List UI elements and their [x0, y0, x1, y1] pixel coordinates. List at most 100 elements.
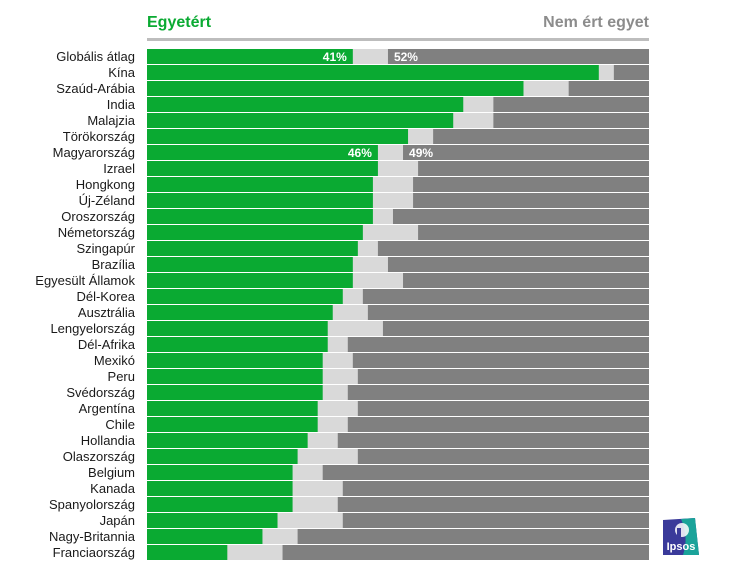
category-label: Németország: [58, 225, 135, 240]
bar-disagree: [403, 273, 649, 288]
bar-disagree: [493, 97, 649, 112]
category-label: Dél-Afrika: [78, 337, 136, 352]
bar-agree: [147, 369, 323, 384]
bar-disagree: [613, 65, 649, 80]
bar-disagree: [357, 369, 649, 384]
ipsos-logo: Ipsos: [663, 518, 699, 555]
category-label: Törökország: [63, 129, 135, 144]
category-label: Spanyolország: [49, 497, 135, 512]
bar-agree: [147, 129, 409, 144]
bar-disagree: [367, 305, 649, 320]
bar-agree: [147, 257, 353, 272]
category-label: Malajzia: [87, 113, 135, 128]
category-label: India: [107, 97, 136, 112]
bar-agree: [147, 545, 228, 560]
bar-disagree: [357, 449, 649, 464]
category-label: Olaszország: [63, 449, 135, 464]
category-label: Chile: [105, 417, 135, 432]
bar-agree: [147, 225, 363, 240]
data-label-agree: 41%: [323, 50, 347, 64]
bar-disagree: [413, 177, 649, 192]
category-label: Új-Zéland: [79, 193, 135, 208]
bar-agree: [147, 65, 599, 80]
category-label: Kanada: [90, 481, 136, 496]
category-label: Globális átlag: [56, 49, 135, 64]
category-label: Egyesült Államok: [35, 273, 135, 288]
category-label: Kína: [108, 65, 136, 80]
bar-agree: [147, 321, 328, 336]
bar-agree: [147, 353, 323, 368]
category-label: Hollandia: [81, 433, 136, 448]
bar-agree: [147, 241, 358, 256]
bar-disagree: [342, 513, 649, 528]
bar-disagree: [297, 529, 649, 544]
bar-agree: [147, 305, 333, 320]
bar-disagree: [377, 241, 649, 256]
bar-disagree: [413, 193, 649, 208]
category-label: Szingapúr: [76, 241, 135, 256]
category-label: Brazília: [92, 257, 136, 272]
bar-disagree: [357, 401, 649, 416]
bar-disagree: [403, 145, 649, 160]
category-label: Franciaország: [53, 545, 135, 560]
bar-agree: [147, 113, 454, 128]
category-label: Hongkong: [76, 177, 135, 192]
bar-disagree: [418, 161, 649, 176]
bar-agree: [147, 497, 293, 512]
data-label-disagree: 49%: [409, 146, 433, 160]
bar-disagree: [342, 481, 649, 496]
data-label-agree: 46%: [348, 146, 372, 160]
category-label: Lengyelország: [50, 321, 135, 336]
bar-agree: [147, 433, 308, 448]
bar-agree: [147, 385, 323, 400]
bar-agree: [147, 529, 263, 544]
bar-disagree: [392, 209, 649, 224]
bar-agree: [147, 97, 464, 112]
bar-agree: [147, 417, 318, 432]
bar-disagree: [337, 433, 649, 448]
bar-agree: [147, 81, 524, 96]
bar-disagree: [337, 497, 649, 512]
bar-agree: [147, 289, 343, 304]
category-label: Magyarország: [53, 145, 135, 160]
bar-disagree: [347, 337, 649, 352]
logo-text: Ipsos: [667, 541, 696, 553]
category-label: Argentína: [79, 401, 136, 416]
bar-disagree: [418, 225, 649, 240]
data-label-disagree: 52%: [394, 50, 418, 64]
bar-agree: [147, 209, 373, 224]
stacked-bar-chart: Globális átlagKínaSzaúd-ArábiaIndiaMalaj…: [35, 49, 649, 560]
category-label: Dél-Korea: [76, 289, 135, 304]
category-label: Mexikó: [94, 353, 135, 368]
category-label: Svédország: [66, 385, 135, 400]
bar-disagree: [347, 417, 649, 432]
bar-agree: [147, 193, 373, 208]
bar-disagree: [362, 289, 649, 304]
bar-agree: [147, 273, 353, 288]
bar-agree: [147, 145, 378, 160]
bar-disagree: [322, 465, 649, 480]
category-label: Oroszország: [61, 209, 135, 224]
bar-disagree: [282, 545, 649, 560]
bar-agree: [147, 465, 293, 480]
category-label: Belgium: [88, 465, 135, 480]
bar-agree: [147, 513, 278, 528]
bar-agree: [147, 449, 298, 464]
bar-disagree: [387, 49, 649, 64]
bar-agree: [147, 481, 293, 496]
bar-agree: [147, 177, 373, 192]
bar-disagree: [347, 385, 649, 400]
bar-disagree: [387, 257, 649, 272]
category-label: Ausztrália: [78, 305, 136, 320]
bar-agree: [147, 401, 318, 416]
category-label: Nagy-Britannia: [49, 529, 136, 544]
category-label: Szaúd-Arábia: [56, 81, 136, 96]
bar-disagree: [433, 129, 649, 144]
category-label: Izrael: [103, 161, 135, 176]
bar-disagree: [568, 81, 649, 96]
category-label: Peru: [108, 369, 135, 384]
bar-agree: [147, 161, 378, 176]
bar-disagree: [382, 321, 649, 336]
category-label: Japán: [100, 513, 135, 528]
bar-disagree: [493, 113, 649, 128]
